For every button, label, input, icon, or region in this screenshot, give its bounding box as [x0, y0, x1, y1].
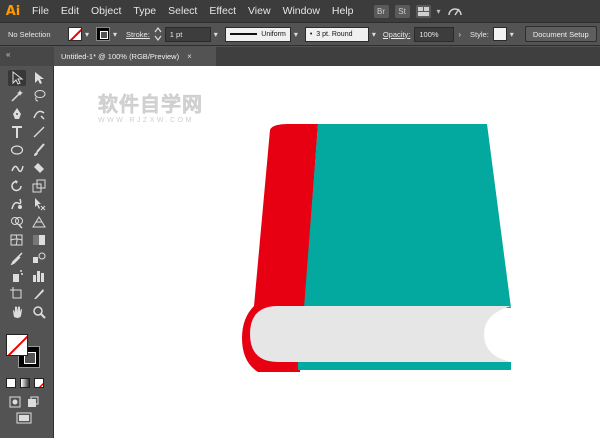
menu-bar: Ai File Edit Object Type Select Effect V… [0, 0, 600, 22]
app-logo: Ai [5, 3, 21, 19]
book-pages [250, 306, 511, 362]
blend-tool[interactable] [30, 250, 48, 266]
chevron-down-icon[interactable]: ▾ [294, 30, 298, 39]
stroke-stepper-icon[interactable] [154, 27, 162, 41]
book-bottom-edge [298, 362, 511, 370]
tools-panel: « [0, 47, 54, 438]
chevron-down-icon[interactable]: ▾ [437, 7, 441, 16]
document-tab[interactable]: Untitled-1* @ 100% (RGB/Preview) × [54, 47, 216, 66]
stock-button[interactable]: St [394, 4, 410, 18]
rotate-tool[interactable] [8, 178, 26, 194]
hand-tool[interactable] [8, 304, 26, 320]
slice-tool[interactable] [30, 286, 48, 302]
chevron-down-icon[interactable]: ▾ [372, 30, 376, 39]
menu-select[interactable]: Select [162, 5, 203, 17]
illustrator-window: Ai File Edit Object Type Select Effect V… [0, 0, 600, 438]
profile-line-icon [229, 33, 258, 35]
stroke-label[interactable]: Stroke: [126, 30, 150, 39]
tools-panel-collapse[interactable]: « [0, 47, 54, 66]
opacity-label[interactable]: Opacity: [383, 30, 411, 39]
fill-stroke-control[interactable] [6, 334, 42, 368]
stroke-weight-value: 1 pt [169, 29, 183, 39]
document-setup-button[interactable]: Document Setup [524, 26, 597, 42]
fill-swatch[interactable] [68, 27, 82, 41]
stroke-weight-field[interactable]: 1 pt [164, 26, 211, 42]
brush-dot-icon: • [309, 30, 313, 38]
zoom-tool[interactable] [30, 304, 48, 320]
ellipse-tool[interactable] [8, 142, 26, 158]
chevron-down-icon[interactable]: ▾ [113, 30, 117, 39]
mesh-tool[interactable] [8, 232, 26, 248]
shape-builder-tool[interactable] [8, 214, 26, 230]
perspective-grid-tool[interactable] [30, 214, 48, 230]
curvature-tool[interactable] [30, 106, 48, 122]
eraser-tool[interactable] [30, 160, 48, 176]
scale-tool[interactable] [30, 178, 48, 194]
gpu-performance-icon[interactable] [447, 4, 463, 18]
brush-label: 3 pt. Round [316, 30, 353, 38]
none-mode-swatch[interactable] [34, 378, 44, 388]
artboard-tool[interactable] [8, 286, 26, 302]
bridge-button[interactable]: Br [373, 4, 389, 18]
chevron-down-icon[interactable]: ▾ [214, 30, 218, 39]
document-tab-title: Untitled-1* @ 100% (RGB/Preview) [61, 52, 180, 61]
symbol-sprayer-tool[interactable] [8, 268, 26, 284]
direct-selection-tool[interactable] [30, 70, 48, 86]
column-graph-tool[interactable] [30, 268, 48, 284]
eyedropper-tool[interactable] [8, 250, 26, 266]
brush-definition[interactable]: • 3 pt. Round [304, 26, 369, 42]
profile-label: Uniform [261, 30, 286, 38]
document-tab-strip: Untitled-1* @ 100% (RGB/Preview) × [54, 47, 600, 66]
control-bar: No Selection ▾ ▾ Stroke: 1 pt ▾ Uniform … [0, 22, 600, 46]
menu-view[interactable]: View [242, 5, 277, 17]
shaper-tool[interactable] [8, 160, 26, 176]
book-illustration[interactable] [54, 66, 600, 438]
variable-width-profile[interactable]: Uniform [224, 26, 291, 42]
menu-effect[interactable]: Effect [203, 5, 242, 17]
chevron-right-icon[interactable]: › [458, 30, 461, 39]
free-transform-tool[interactable] [30, 196, 48, 212]
chevron-down-icon[interactable]: ▾ [510, 30, 514, 39]
pen-tool[interactable] [8, 106, 26, 122]
paintbrush-tool[interactable] [30, 142, 48, 158]
arrange-documents-icon[interactable] [415, 4, 431, 18]
menu-edit[interactable]: Edit [55, 5, 85, 17]
chevron-down-icon[interactable]: ▾ [85, 30, 89, 39]
stroke-swatch[interactable] [96, 27, 111, 41]
menu-object[interactable]: Object [85, 5, 127, 17]
opacity-field[interactable]: 100% [414, 26, 455, 42]
drawing-mode-icon[interactable] [6, 394, 24, 410]
fill-none-icon[interactable] [6, 334, 28, 356]
menu-file[interactable]: File [26, 5, 55, 17]
draw-inside-icon[interactable] [24, 394, 42, 410]
menu-window[interactable]: Window [277, 5, 326, 17]
artboard-canvas[interactable]: 软件自学网 WWW.RJZXW.COM [54, 66, 600, 438]
magic-wand-tool[interactable] [8, 88, 26, 104]
screen-mode-icon[interactable] [15, 410, 33, 426]
warp-tool[interactable] [8, 196, 26, 212]
style-label: Style: [470, 29, 489, 39]
document-setup-label: Document Setup [532, 29, 589, 39]
selection-status: No Selection [8, 29, 51, 39]
gradient-tool[interactable] [30, 232, 48, 248]
menu-type[interactable]: Type [127, 5, 162, 17]
gradient-mode-swatch[interactable] [20, 378, 30, 388]
color-mode-swatch[interactable] [6, 378, 16, 388]
book-cover [304, 124, 511, 308]
close-icon[interactable]: × [187, 52, 192, 61]
selection-tool[interactable] [8, 70, 26, 86]
type-tool[interactable] [8, 124, 26, 140]
lasso-tool[interactable] [30, 88, 48, 104]
line-tool[interactable] [30, 124, 48, 140]
graphic-style-swatch[interactable] [492, 27, 507, 41]
menu-help[interactable]: Help [326, 5, 360, 17]
opacity-value: 100% [419, 29, 439, 39]
menu-app-buttons: Br St ▾ [373, 4, 463, 18]
